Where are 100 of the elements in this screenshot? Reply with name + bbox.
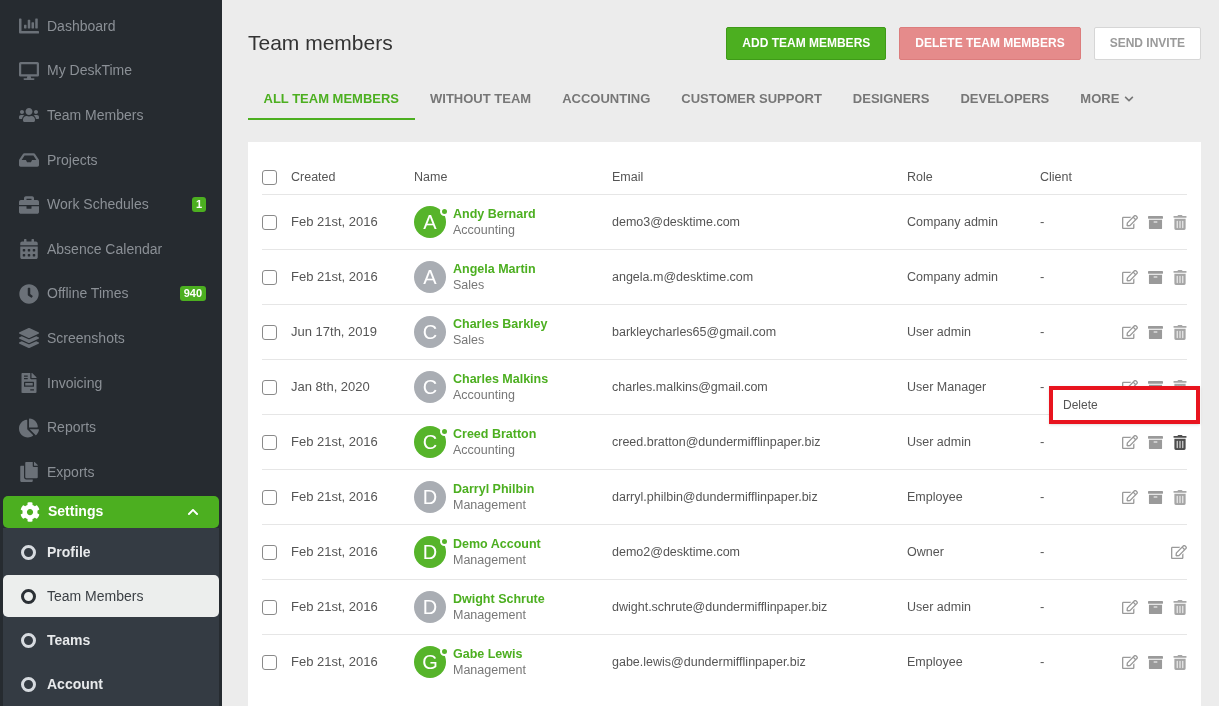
page-title: Team members (248, 30, 393, 57)
files-icon (19, 462, 39, 483)
action-button[interactable]: SEND INVITE (1093, 26, 1201, 60)
team-name: Accounting (453, 442, 516, 458)
sidebar-item[interactable]: Dashboard (0, 4, 222, 49)
email-text: creed.bratton@dundermifflinpaper.biz (612, 433, 822, 451)
sidebar-item[interactable]: Reports (0, 405, 222, 450)
bar-chart-icon (19, 16, 39, 37)
filter-tab[interactable]: ACCOUNTING (546, 80, 666, 120)
edit-icon[interactable] (1122, 214, 1138, 230)
member-name-link[interactable]: Darryl Philbin (453, 481, 535, 497)
member-name-link[interactable]: Gabe Lewis (453, 646, 526, 662)
count-badge: 1 (191, 197, 206, 213)
action-button[interactable]: ADD TEAM MEMBERS (726, 26, 887, 60)
row-checkbox[interactable] (262, 214, 277, 230)
sidebar-item[interactable]: Screenshots (0, 316, 222, 361)
avatar: G (414, 646, 446, 678)
email-text: gabe.lewis@dundermifflinpaper.biz (612, 653, 807, 671)
ring-icon (21, 544, 36, 560)
invoice-icon (19, 373, 39, 394)
archive-icon[interactable] (1148, 324, 1163, 340)
member-name-link[interactable]: Andy Bernard (453, 206, 536, 222)
trash-icon[interactable] (1173, 434, 1187, 450)
submenu-item[interactable]: Account (3, 663, 219, 705)
row-checkbox[interactable] (262, 544, 277, 560)
client-text: - (1040, 213, 1046, 232)
member-name-link[interactable]: Angela Martin (453, 261, 536, 277)
archive-icon[interactable] (1148, 654, 1163, 670)
submenu-item[interactable]: Profile (3, 531, 219, 573)
column-header: Created (291, 168, 337, 186)
client-text: - (1040, 598, 1046, 617)
stack-icon (19, 328, 39, 349)
sidebar-item[interactable]: My DeskTime (0, 48, 222, 94)
created-date: Jan 8th, 2020 (291, 378, 371, 397)
clock-icon (19, 283, 39, 304)
edit-icon[interactable] (1122, 434, 1138, 450)
archive-icon[interactable] (1148, 269, 1163, 285)
submenu-item[interactable]: Team Members (3, 575, 219, 617)
row-checkbox[interactable] (262, 434, 277, 450)
archive-icon[interactable] (1148, 599, 1163, 615)
email-text: charles.malkins@gmail.com (612, 378, 769, 396)
edit-icon[interactable] (1122, 654, 1138, 670)
sidebar-item[interactable]: Work Schedules 1 (0, 182, 222, 227)
edit-icon[interactable] (1122, 489, 1138, 505)
client-text: - (1040, 488, 1046, 507)
sidebar-item[interactable]: Team Members (0, 93, 222, 138)
client-text: - (1040, 543, 1046, 562)
member-name-link[interactable]: Creed Bratton (453, 426, 537, 442)
select-all-checkbox[interactable] (262, 169, 277, 185)
role-text: Employee (907, 488, 964, 506)
member-name-link[interactable]: Dwight Schrute (453, 591, 545, 607)
member-name-link[interactable]: Charles Barkley (453, 316, 548, 332)
filter-tab[interactable]: WITHOUT TEAM (414, 80, 547, 120)
team-name: Management (453, 662, 526, 678)
row-checkbox[interactable] (262, 269, 277, 285)
role-text: Company admin (907, 213, 999, 231)
column-header: Name (414, 168, 449, 186)
delete-tooltip[interactable]: Delete (1049, 386, 1200, 424)
filter-tab[interactable]: MORE (1064, 80, 1150, 120)
created-date: Feb 21st, 2016 (291, 543, 379, 562)
client-text: - (1040, 653, 1046, 672)
edit-icon[interactable] (1122, 269, 1138, 285)
filter-tab[interactable]: ALL TEAM MEMBERS (248, 80, 415, 120)
avatar: C (414, 371, 446, 403)
role-text: User Manager (907, 378, 988, 396)
filter-tab[interactable]: DESIGNERS (837, 80, 945, 120)
row-checkbox[interactable] (262, 324, 277, 340)
sidebar-item[interactable]: Absence Calendar (0, 226, 222, 272)
settings-icon (20, 501, 40, 522)
row-checkbox[interactable] (262, 599, 277, 615)
archive-icon[interactable] (1148, 489, 1163, 505)
edit-icon[interactable] (1122, 324, 1138, 340)
filter-tab[interactable]: DEVELOPERS (944, 80, 1065, 120)
email-text: darryl.philbin@dundermifflinpaper.biz (612, 488, 819, 506)
role-text: Owner (907, 543, 945, 561)
row-checkbox[interactable] (262, 489, 277, 505)
action-button[interactable]: DELETE TEAM MEMBERS (899, 26, 1081, 60)
edit-icon[interactable] (1122, 599, 1138, 615)
archive-icon[interactable] (1148, 434, 1163, 450)
sidebar-item[interactable]: Projects (0, 137, 222, 183)
member-name-link[interactable]: Demo Account (453, 536, 541, 552)
chevron-down-icon (1124, 94, 1135, 104)
ring-icon (21, 588, 36, 604)
archive-icon[interactable] (1148, 214, 1163, 230)
row-checkbox[interactable] (262, 379, 277, 395)
sidebar-item[interactable]: Invoicing (0, 360, 222, 406)
row-checkbox[interactable] (262, 654, 277, 670)
member-name-link[interactable]: Charles Malkins (453, 371, 549, 387)
avatar: C (414, 316, 446, 348)
settings-menu-header[interactable]: Settings (3, 495, 219, 528)
edit-icon[interactable] (1171, 544, 1187, 560)
role-text: User admin (907, 598, 972, 616)
filter-tab[interactable]: CUSTOMER SUPPORT (665, 80, 838, 120)
email-text: dwight.schrute@dundermifflinpaper.biz (612, 598, 829, 616)
email-text: demo3@desktime.com (612, 213, 741, 231)
team-name: Management (453, 607, 527, 623)
submenu-item[interactable]: Teams (3, 619, 219, 661)
sidebar-item[interactable]: Exports (0, 449, 222, 495)
created-date: Feb 21st, 2016 (291, 488, 379, 507)
sidebar-item[interactable]: Offline Times 940 (0, 271, 222, 317)
